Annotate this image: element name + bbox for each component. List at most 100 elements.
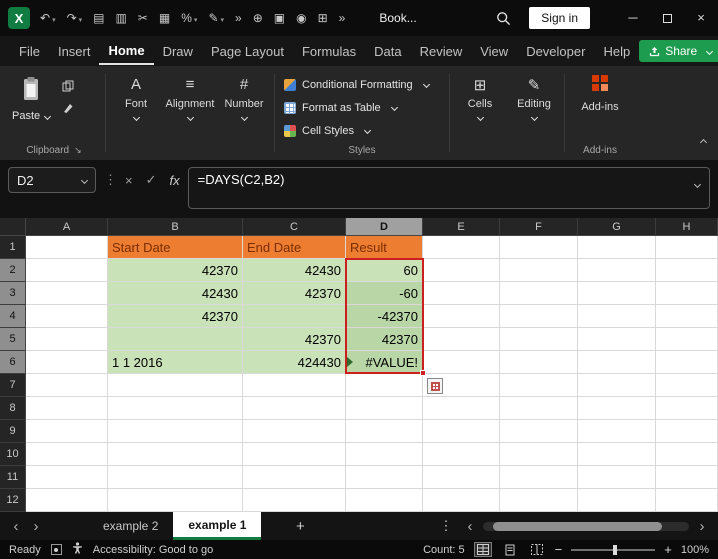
cell-H10[interactable]	[656, 443, 718, 466]
cell-A1[interactable]	[26, 236, 108, 259]
cell-D9[interactable]	[346, 420, 423, 443]
tab-page-layout[interactable]: Page Layout	[202, 39, 293, 64]
tab-draw[interactable]: Draw	[154, 39, 202, 64]
cell-D8[interactable]	[346, 397, 423, 420]
cell-E3[interactable]	[423, 282, 500, 305]
macro-record-icon[interactable]	[50, 544, 62, 555]
cell-D10[interactable]	[346, 443, 423, 466]
tab-developer[interactable]: Developer	[517, 39, 594, 64]
cell-G9[interactable]	[578, 420, 656, 443]
cell-D11[interactable]	[346, 466, 423, 489]
cell-E11[interactable]	[423, 466, 500, 489]
cell-F4[interactable]	[500, 305, 578, 328]
cell-G12[interactable]	[578, 489, 656, 512]
cell-G8[interactable]	[578, 397, 656, 420]
cell-A9[interactable]	[26, 420, 108, 443]
cell-H4[interactable]	[656, 305, 718, 328]
sign-in-button[interactable]: Sign in	[529, 7, 590, 29]
cell-B2[interactable]: 42370	[108, 259, 243, 282]
cell-A3[interactable]	[26, 282, 108, 305]
cell-E2[interactable]	[423, 259, 500, 282]
cell-E4[interactable]	[423, 305, 500, 328]
scroll-left-arrow[interactable]: ‹	[460, 518, 480, 535]
cell-F7[interactable]	[500, 374, 578, 397]
cell-G2[interactable]	[578, 259, 656, 282]
cell-F3[interactable]	[500, 282, 578, 305]
cell-C12[interactable]	[243, 489, 346, 512]
cell-B10[interactable]	[108, 443, 243, 466]
column-header-E[interactable]: E	[423, 218, 500, 236]
accessibility-icon[interactable]	[72, 542, 83, 557]
close-button[interactable]: ×	[684, 0, 718, 36]
cell-A4[interactable]	[26, 305, 108, 328]
cell-D1[interactable]: Result	[346, 236, 423, 259]
row-header-11[interactable]: 11	[0, 466, 26, 489]
cell-A5[interactable]	[26, 328, 108, 351]
row-header-1[interactable]: 1	[0, 236, 26, 259]
tab-review[interactable]: Review	[411, 39, 472, 64]
cell-H12[interactable]	[656, 489, 718, 512]
new-file-icon[interactable]: ▤	[93, 11, 104, 25]
zoom-in-button[interactable]: +	[664, 542, 672, 557]
cell-B4[interactable]: 42370	[108, 305, 243, 328]
formula-input[interactable]: =DAYS(C2,B2)	[187, 167, 710, 209]
cell-B11[interactable]	[108, 466, 243, 489]
sheet-tab-example-1[interactable]: example 1	[173, 512, 262, 540]
cell-H6[interactable]	[656, 351, 718, 374]
cell-H3[interactable]	[656, 282, 718, 305]
cell-H5[interactable]	[656, 328, 718, 351]
column-header-D[interactable]: D	[346, 218, 423, 236]
cut-icon[interactable]: ✂	[138, 11, 148, 25]
column-header-A[interactable]: A	[26, 218, 108, 236]
cell-F10[interactable]	[500, 443, 578, 466]
cell-B7[interactable]	[108, 374, 243, 397]
row-header-8[interactable]: 8	[0, 397, 26, 420]
cell-E10[interactable]	[423, 443, 500, 466]
cell-D6[interactable]: #VALUE!	[346, 351, 423, 374]
more-commands-icon[interactable]: »	[339, 11, 346, 25]
auto-fill-options-button[interactable]	[427, 378, 443, 394]
move-tool-icon[interactable]: ⊕	[253, 11, 263, 25]
accessibility-status[interactable]: Accessibility: Good to go	[93, 544, 213, 556]
row-header-9[interactable]: 9	[0, 420, 26, 443]
cell-E1[interactable]	[423, 236, 500, 259]
cell-F9[interactable]	[500, 420, 578, 443]
save-icon[interactable]: ▣	[274, 11, 285, 25]
cell-C10[interactable]	[243, 443, 346, 466]
cell-B6[interactable]: 1 1 2016	[108, 351, 243, 374]
cell-F12[interactable]	[500, 489, 578, 512]
cell-D4[interactable]: -42370	[346, 305, 423, 328]
tab-file[interactable]: File	[10, 39, 49, 64]
zoom-slider[interactable]	[571, 544, 656, 555]
cell-E8[interactable]	[423, 397, 500, 420]
cell-G11[interactable]	[578, 466, 656, 489]
group-cells[interactable]: ⊞ Cells	[453, 66, 507, 160]
camera-icon[interactable]: ◉	[296, 11, 306, 25]
addins-button-label[interactable]: Add-ins	[581, 101, 618, 113]
cell-F8[interactable]	[500, 397, 578, 420]
row-header-6[interactable]: 6	[0, 351, 26, 374]
name-box[interactable]: D2	[8, 167, 96, 193]
cell-A11[interactable]	[26, 466, 108, 489]
column-header-G[interactable]: G	[578, 218, 656, 236]
cell-E12[interactable]	[423, 489, 500, 512]
row-header-12[interactable]: 12	[0, 489, 26, 512]
tab-home[interactable]: Home	[99, 38, 154, 65]
cell-B9[interactable]	[108, 420, 243, 443]
cell-E6[interactable]	[423, 351, 500, 374]
cell-A8[interactable]	[26, 397, 108, 420]
normal-view-button[interactable]	[473, 542, 492, 557]
addins-icon[interactable]	[591, 74, 609, 97]
cell-A2[interactable]	[26, 259, 108, 282]
format-painter-button[interactable]	[62, 102, 74, 114]
insert-function-button[interactable]: fx	[170, 173, 180, 188]
row-header-5[interactable]: 5	[0, 328, 26, 351]
format-as-table-button[interactable]: Format as Table	[284, 97, 446, 118]
cell-F11[interactable]	[500, 466, 578, 489]
copy-button[interactable]	[62, 80, 74, 92]
zoom-slider-thumb[interactable]	[613, 544, 618, 555]
cell-A12[interactable]	[26, 489, 108, 512]
sheet-tab-example-2[interactable]: example 2	[88, 512, 173, 540]
column-header-B[interactable]: B	[108, 218, 243, 236]
row-header-7[interactable]: 7	[0, 374, 26, 397]
